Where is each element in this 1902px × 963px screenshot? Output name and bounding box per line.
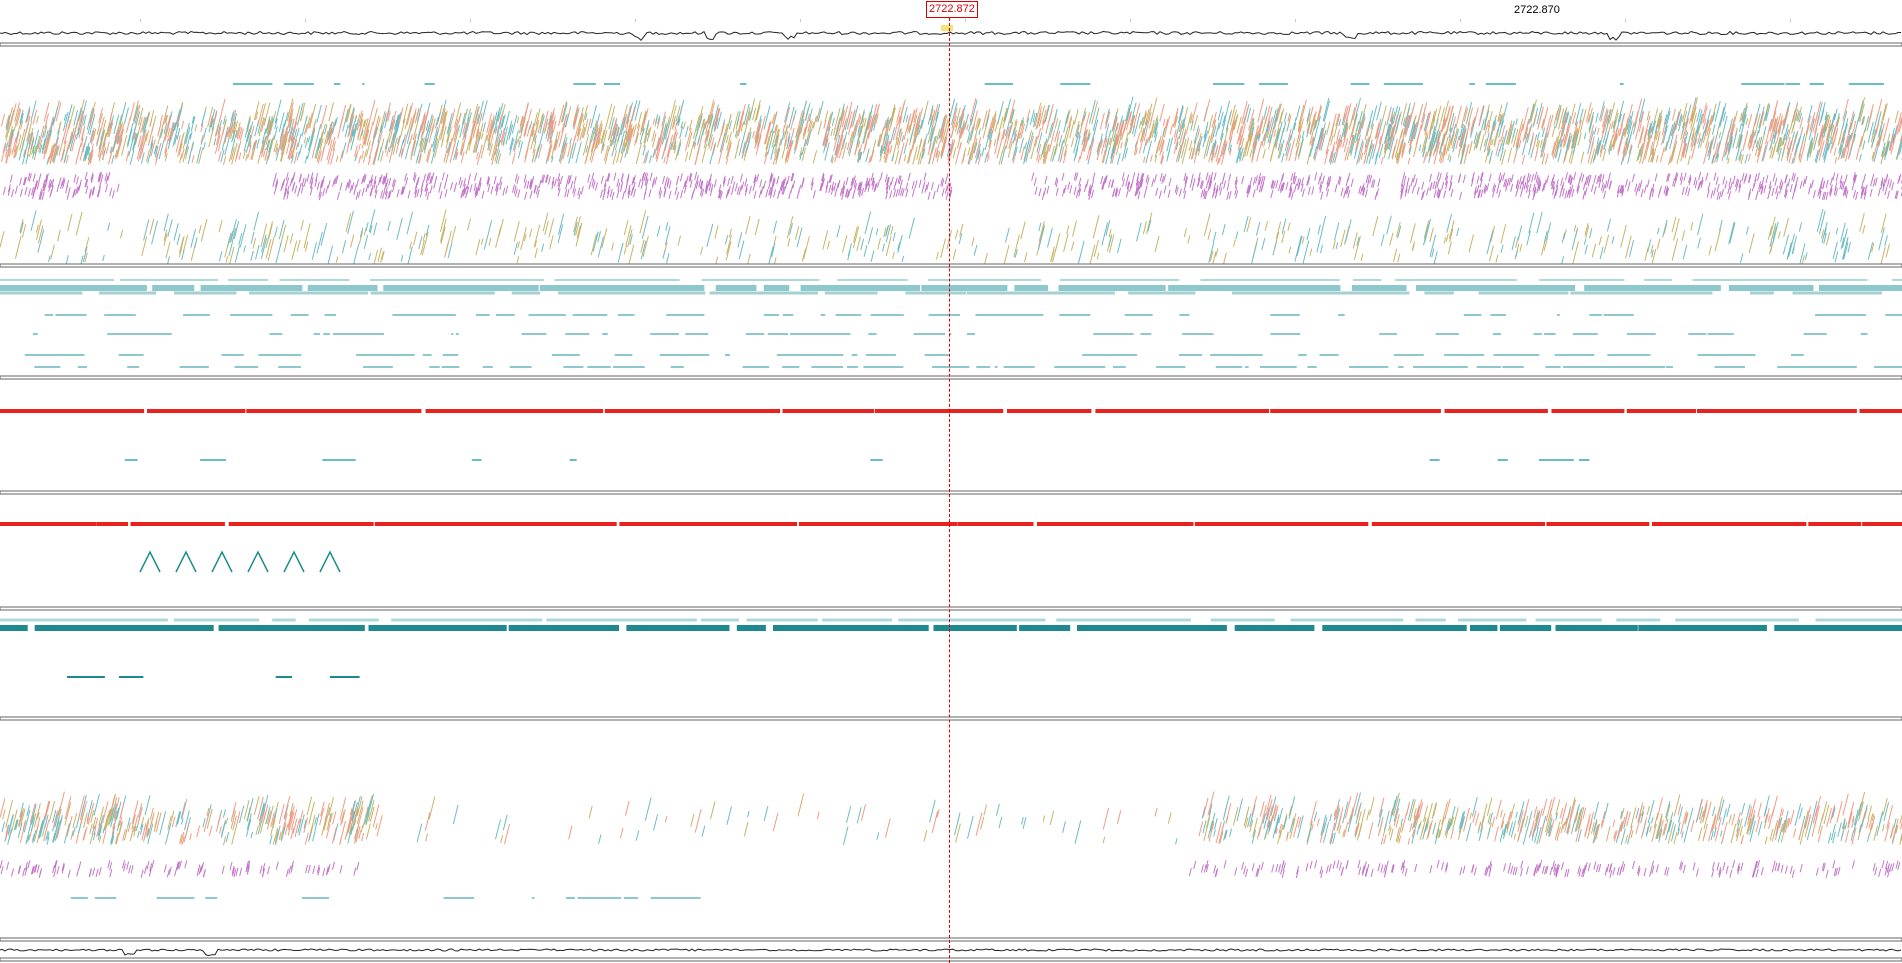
track-separator[interactable] <box>0 957 1902 962</box>
alignment-track-red-2[interactable] <box>0 522 1902 573</box>
cursor-marker[interactable] <box>941 25 953 31</box>
track-separator[interactable] <box>0 490 1902 495</box>
coverage-track-top[interactable] <box>0 30 1901 42</box>
coverage-track-bottom[interactable] <box>0 948 1902 957</box>
cursor-line <box>949 18 950 963</box>
track-separator[interactable] <box>0 263 1902 268</box>
read-pileup-track-2[interactable] <box>0 791 1902 899</box>
sequence-track-2[interactable] <box>0 618 1902 678</box>
track-separator[interactable] <box>0 375 1902 380</box>
track-separator[interactable] <box>0 937 1902 942</box>
track-canvas[interactable] <box>0 0 1902 963</box>
alignment-track-red-1[interactable] <box>0 409 1902 461</box>
track-separator[interactable] <box>0 42 1902 47</box>
track-separator[interactable] <box>0 606 1902 611</box>
read-pileup-track-1[interactable] <box>0 83 1902 266</box>
sequence-track-1[interactable] <box>0 279 1902 368</box>
track-separator[interactable] <box>0 716 1902 721</box>
